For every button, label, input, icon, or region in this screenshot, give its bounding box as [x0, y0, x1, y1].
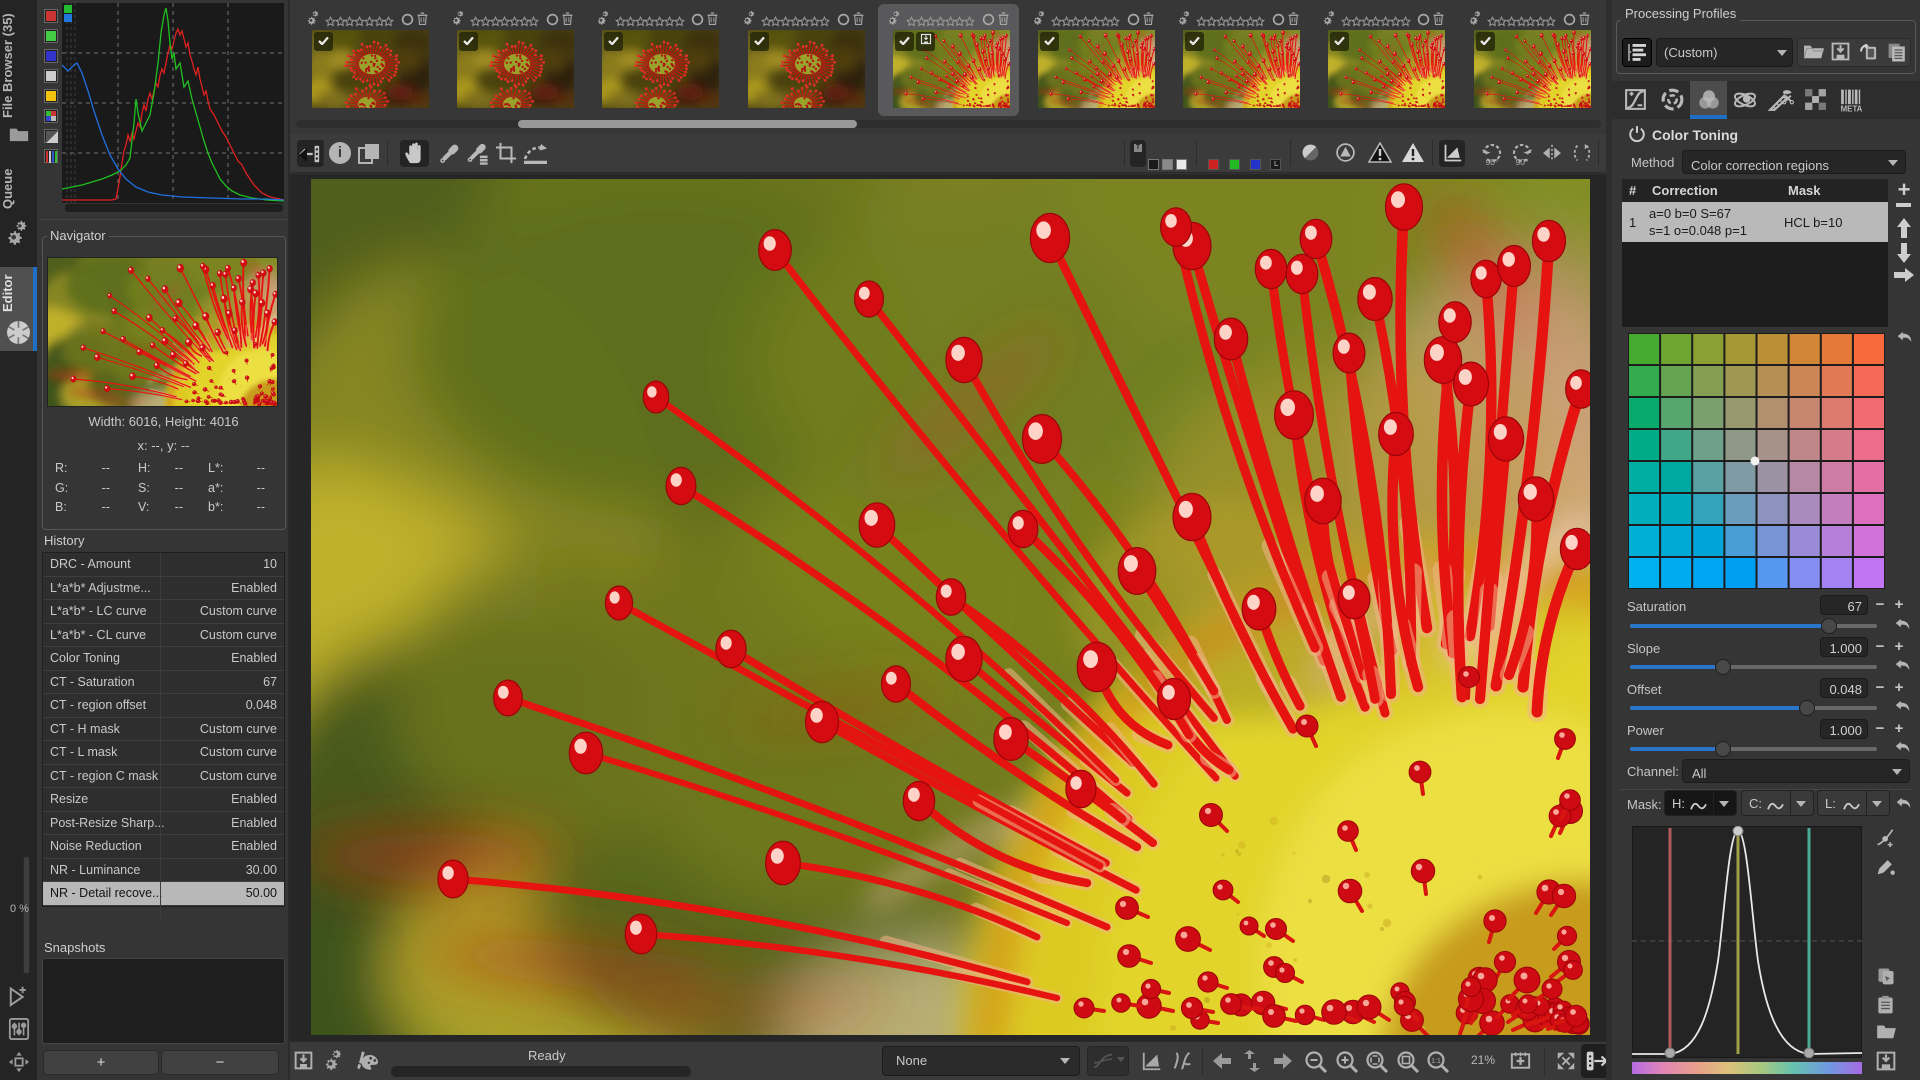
svg-text:90°: 90°	[1486, 157, 1499, 166]
svg-text:META: META	[1841, 104, 1863, 113]
svg-text:1:1: 1:1	[1431, 1058, 1441, 1065]
svg-text:90°: 90°	[1516, 157, 1529, 166]
